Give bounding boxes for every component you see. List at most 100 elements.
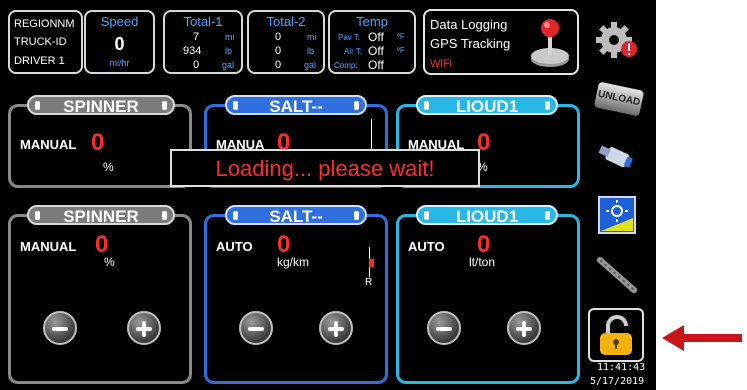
increase-button[interactable] xyxy=(319,311,353,345)
pill-dot-left xyxy=(424,211,429,220)
panel-title: SPINNER xyxy=(63,97,139,116)
minus-icon xyxy=(52,327,68,331)
temp-box: Temp Pav T: Off ºF Air T: Off ºF Comp: O… xyxy=(328,10,416,74)
temp-row-1-key: Air T: xyxy=(344,47,363,56)
minus-icon xyxy=(436,327,452,331)
temp-row-2-key: Comp: xyxy=(334,61,358,70)
panel-title: SALT-- xyxy=(269,97,323,116)
unlock-icon xyxy=(600,315,632,355)
arrow-left-icon xyxy=(662,325,742,351)
panel-title-pill: LIOUD1 xyxy=(416,205,558,226)
temp-row-1-value: Off xyxy=(368,44,384,58)
pill-dot-right xyxy=(545,101,550,110)
plus-icon-v xyxy=(142,321,146,337)
truck-id: TRUCK-ID xyxy=(14,36,67,48)
panel-title-pill: SPINNER xyxy=(27,205,175,226)
panel-title-pill: SPINNER xyxy=(27,95,175,116)
pill-dot-left xyxy=(35,101,40,110)
speed-title: Speed xyxy=(100,14,139,29)
decrease-button[interactable] xyxy=(43,311,77,345)
pill-dot-left xyxy=(233,211,238,220)
temp-row-0-key: Pav T: xyxy=(338,33,361,42)
pill-dot-right xyxy=(545,211,550,220)
speed-unit: mi/hr xyxy=(109,58,130,68)
temp-row-2-value: Off xyxy=(368,58,384,72)
total2-row-1-value: 0 xyxy=(275,45,282,57)
unload-label: UNLOAD xyxy=(597,88,642,109)
panel-title: LIOUD1 xyxy=(455,97,519,116)
total2-row-1-unit: lb xyxy=(307,46,315,56)
pill-dot-right xyxy=(162,211,167,220)
temp-row-0-value: Off xyxy=(368,30,384,44)
total1-row-1-unit: lb xyxy=(225,46,233,56)
panel-bottom-salt[interactable]: AUTO 0 kg/km R xyxy=(204,214,388,384)
brightness-icon[interactable] xyxy=(592,196,642,236)
total1-row-0-unit: mi xyxy=(225,32,235,42)
panel-unit: % xyxy=(103,160,114,174)
region-name: REGIONNM xyxy=(14,18,75,30)
panel-unit: % xyxy=(104,255,115,269)
panel-title: LIOUD1 xyxy=(455,207,519,226)
panel-value: 0 xyxy=(91,129,105,156)
loading-message: Loading... please wait! xyxy=(215,156,435,181)
clock-time: 11:41:43 xyxy=(597,362,646,373)
total1-title: Total-1 xyxy=(183,14,223,29)
total2-row-2-value: 0 xyxy=(275,59,282,71)
increase-button[interactable] xyxy=(127,311,161,345)
panel-mode: AUTO xyxy=(408,239,445,254)
decrease-button[interactable] xyxy=(239,311,273,345)
loading-dialog: Loading... please wait! xyxy=(170,149,480,187)
panel-title-pill: SALT-- xyxy=(225,205,367,226)
clock-date: 5/17/2019 xyxy=(590,376,645,387)
panel-title: SPINNER xyxy=(63,207,139,226)
panel-title: SALT-- xyxy=(269,207,323,226)
usb-icon[interactable] xyxy=(592,138,642,178)
total2-box: Total-2 0 mi 0 lb 0 gal xyxy=(247,10,325,74)
minus-icon xyxy=(248,327,264,331)
speed-box: Speed 0 mi/hr xyxy=(84,10,155,74)
pill-dot-right xyxy=(354,101,359,110)
total2-row-0-value: 0 xyxy=(275,31,282,43)
panel-mode: AUTO xyxy=(216,239,253,254)
temp-row-1-unit: ºF xyxy=(397,46,405,55)
wifi-label: WiFi xyxy=(430,58,452,70)
panel-title-pill: LIOUD1 xyxy=(416,95,558,116)
total2-title: Total-2 xyxy=(266,14,306,29)
joystick-icon xyxy=(531,19,569,67)
pill-dot-right xyxy=(354,211,359,220)
status-box[interactable]: Data Logging GPS Tracking WiFi xyxy=(423,9,579,75)
increase-button[interactable] xyxy=(507,311,541,345)
plus-icon-v xyxy=(334,321,338,337)
gear-alert-icon[interactable] xyxy=(592,20,642,60)
total1-row-1-value: 934 xyxy=(183,45,202,57)
pill-dot-right xyxy=(162,101,167,110)
total1-row-2-unit: gal xyxy=(222,60,235,70)
panel-title-pill: SALT-- xyxy=(225,95,367,116)
decrease-button[interactable] xyxy=(427,311,461,345)
panel-unit: kg/km xyxy=(277,255,310,269)
panel-bottom-liquid[interactable]: AUTO 0 lt/ton xyxy=(396,214,580,384)
auger-icon[interactable] xyxy=(592,254,642,294)
panel-bottom-spinner[interactable]: MANUAL 0 % xyxy=(8,214,192,384)
unload-icon[interactable]: UNLOAD xyxy=(593,81,645,117)
panel-mode: MANUAL xyxy=(20,239,77,254)
pill-dot-left xyxy=(424,101,429,110)
total1-row-0-value: 7 xyxy=(193,31,200,43)
data-logging-label: Data Logging xyxy=(430,17,508,32)
gauge-marker xyxy=(369,259,374,267)
temp-title: Temp xyxy=(356,14,388,29)
driver-name: DRIVER 1 xyxy=(14,55,65,67)
plus-icon-v xyxy=(522,321,526,337)
temp-row-0-unit: ºF xyxy=(397,32,405,41)
total2-row-2-unit: gal xyxy=(304,60,317,70)
pill-dot-left xyxy=(233,101,238,110)
total2-row-0-unit: mi xyxy=(307,32,317,42)
speed-value: 0 xyxy=(114,34,125,54)
identity-box: REGIONNM TRUCK-ID DRIVER 1 xyxy=(8,10,83,74)
gauge-mark-label: R xyxy=(365,277,373,288)
total1-box: Total-1 7 mi 934 lb 0 gal xyxy=(163,10,243,74)
controller-screen: REGIONNM TRUCK-ID DRIVER 1 Speed 0 mi/hr… xyxy=(0,0,656,390)
panel-mode: MANUAL xyxy=(20,137,77,152)
lock-button[interactable] xyxy=(588,308,644,362)
pill-dot-left xyxy=(35,211,40,220)
